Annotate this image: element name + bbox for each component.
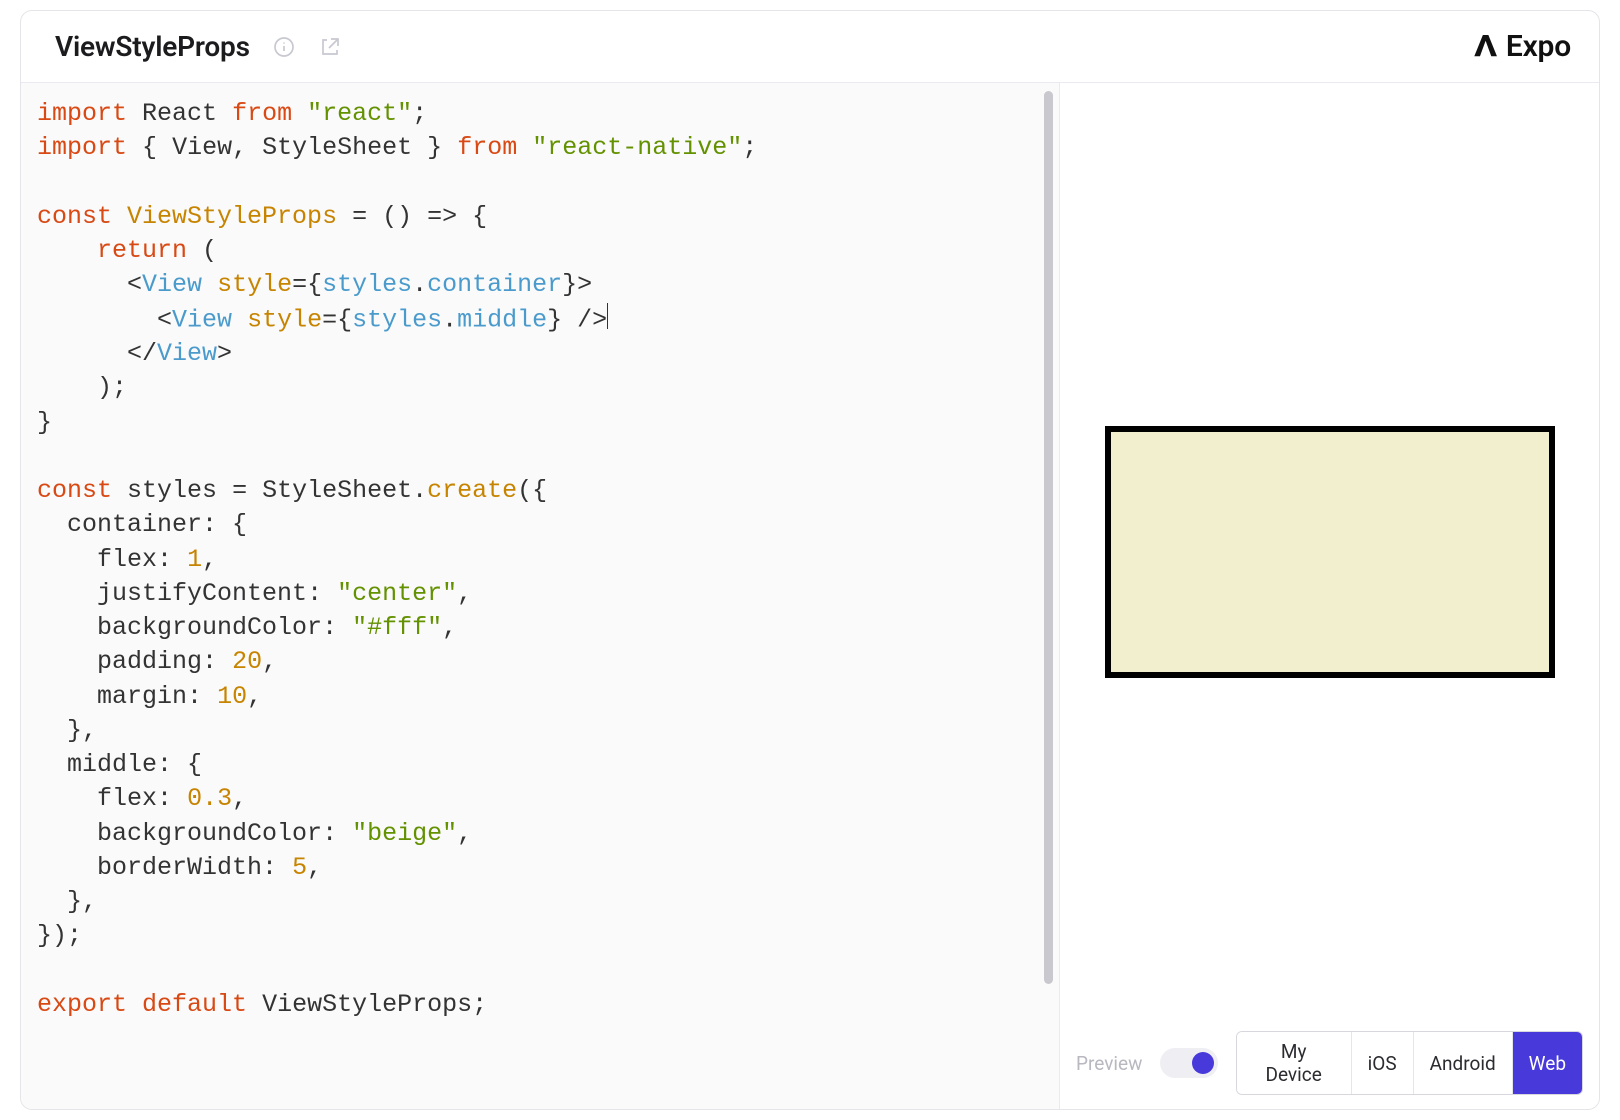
snack-panel: ViewStyleProps Λ Expo i	[20, 10, 1600, 1110]
editor-scrollbar[interactable]	[1044, 91, 1053, 984]
platform-segmented: My Device iOS Android Web	[1236, 1031, 1583, 1095]
info-icon[interactable]	[272, 35, 296, 59]
header-left: ViewStyleProps	[55, 30, 342, 63]
body: import React from "react"; import { View…	[21, 83, 1599, 1109]
platform-android[interactable]: Android	[1413, 1032, 1512, 1094]
preview-toggle[interactable]	[1160, 1048, 1217, 1078]
text-cursor	[607, 303, 608, 329]
preview-rendered-view	[1105, 426, 1555, 678]
header: ViewStyleProps Λ Expo	[21, 11, 1599, 83]
platform-my-device[interactable]: My Device	[1237, 1032, 1351, 1094]
code-content[interactable]: import React from "react"; import { View…	[37, 97, 1027, 1022]
preview-label: Preview	[1076, 1052, 1142, 1075]
platform-web[interactable]: Web	[1512, 1032, 1582, 1094]
editor-pane: import React from "react"; import { View…	[21, 83, 1059, 1109]
preview-footer: Preview My Device iOS Android Web	[1060, 1021, 1599, 1109]
brand-link[interactable]: Λ Expo	[1476, 29, 1571, 64]
code-editor[interactable]: import React from "react"; import { View…	[21, 83, 1039, 1109]
preview-canvas	[1060, 83, 1599, 1021]
page-title: ViewStyleProps	[55, 30, 250, 63]
platform-ios[interactable]: iOS	[1351, 1032, 1413, 1094]
open-external-icon[interactable]	[318, 35, 342, 59]
chevron-up-icon: Λ	[1474, 32, 1497, 62]
brand-text: Expo	[1506, 29, 1571, 64]
preview-pane: Preview My Device iOS Android Web	[1059, 83, 1599, 1109]
toggle-knob	[1192, 1052, 1214, 1074]
